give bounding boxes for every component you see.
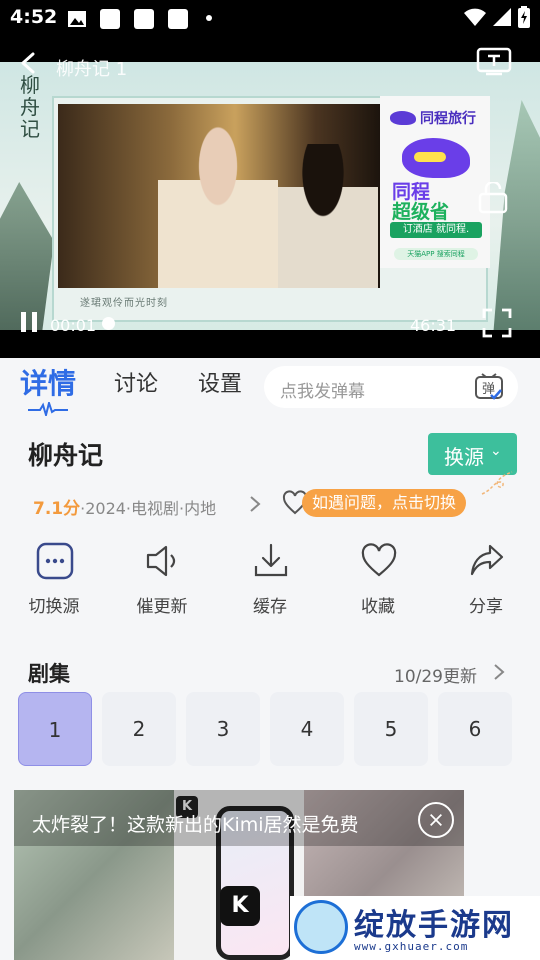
episode-item[interactable]: 2 <box>102 692 176 766</box>
favorite-action[interactable]: 收藏 <box>328 540 428 620</box>
active-tab-indicator <box>28 402 68 416</box>
action-bar: 切换源 催更新 缓存 收藏 分享 <box>0 540 540 620</box>
system-icons <box>464 6 530 28</box>
actress-figure <box>158 114 278 288</box>
kimi-logo: K <box>220 886 260 926</box>
ad-headline: 太炸裂了！这款新出的Kimi居然是免费 <box>32 814 359 836</box>
switch-source-label: 换源 <box>444 445 484 469</box>
decor-tree <box>493 100 540 330</box>
close-icon[interactable] <box>418 802 454 838</box>
action-label: 分享 <box>469 597 503 617</box>
octopus-logo-icon <box>294 900 348 954</box>
switch-tip-bubble[interactable]: 如遇问题，点击切换 <box>302 489 467 517</box>
seek-handle[interactable] <box>102 317 115 330</box>
show-score: 7.1分 <box>33 499 81 519</box>
show-title: 柳舟记 <box>28 441 104 470</box>
more-icon <box>36 542 74 580</box>
status-bar: 4:52 <box>0 0 540 36</box>
ad-tag: 订酒店 就同程. <box>390 222 482 238</box>
ad-logo-text: 同程旅行 <box>420 111 476 127</box>
action-label: 缓存 <box>253 597 287 617</box>
cache-action[interactable]: 缓存 <box>220 540 320 620</box>
signal-icon <box>493 8 511 26</box>
show-info: ·2024·电视剧·内地 <box>80 499 217 518</box>
detail-tabs: 详情 讨论 设置 点我发弹幕 弹 <box>0 358 540 424</box>
heart-icon <box>361 543 397 577</box>
action-label: 收藏 <box>361 597 395 617</box>
danmu-input[interactable]: 点我发弹幕 弹 <box>264 366 518 408</box>
actor-figure <box>278 144 378 288</box>
duration: 46:31 <box>410 316 457 335</box>
video-scene <box>58 104 380 288</box>
danmu-icon-text: 弹 <box>482 382 495 397</box>
episode-item[interactable]: 4 <box>270 692 344 766</box>
notification-icon <box>100 9 120 29</box>
tab-settings[interactable]: 设置 <box>198 366 242 398</box>
urge-update-action[interactable]: 催更新 <box>112 540 212 620</box>
ad-slogan: 同程 超级省 <box>392 182 449 222</box>
wifi-icon <box>464 8 486 26</box>
action-label: 催更新 <box>136 597 188 617</box>
ad-mascot <box>402 138 470 178</box>
danmu-toggle-icon[interactable]: 弹 <box>474 372 504 402</box>
chevron-right-icon[interactable] <box>248 494 262 514</box>
tip-pointer-icon <box>481 471 513 495</box>
chevron-right-icon[interactable] <box>492 662 506 682</box>
show-meta[interactable]: 7.1分·2024·电视剧·内地 <box>33 494 216 519</box>
download-icon <box>254 543 288 577</box>
episode-item[interactable]: 1 <box>18 692 92 766</box>
gallery-icon <box>68 11 86 27</box>
lock-screen-icon[interactable] <box>476 182 512 214</box>
video-player[interactable]: 4:52 柳舟记 遂珺观伶而光时刻 同程旅行 同程 超级省 订酒店 就同程. 天… <box>0 0 540 358</box>
episodes-update[interactable]: 10/29更新 <box>394 662 477 687</box>
site-watermark: 绽放手游网 www.gxhuaer.com <box>290 896 540 960</box>
ad-slogan-line1: 同程 <box>392 181 431 203</box>
battery-icon <box>518 6 530 28</box>
danmu-placeholder: 点我发弹幕 <box>280 382 365 402</box>
pause-icon[interactable] <box>18 310 40 334</box>
fish-icon <box>390 111 416 125</box>
episodes-header: 剧集 <box>28 662 70 686</box>
tab-details[interactable]: 详情 <box>20 362 76 402</box>
video-ad-panel[interactable]: 同程旅行 同程 超级省 订酒店 就同程. 天猫APP 搜索同程 <box>380 96 490 268</box>
ad-small-text: 天猫APP 搜索同程 <box>394 248 478 260</box>
decor-tree <box>0 182 54 330</box>
back-arrow-icon[interactable] <box>18 52 40 74</box>
action-label: 切换源 <box>28 597 80 617</box>
fullscreen-icon[interactable] <box>482 308 512 338</box>
ad-slogan-line2: 超级省 <box>392 201 450 223</box>
status-time: 4:52 <box>10 6 58 28</box>
tab-discussion[interactable]: 讨论 <box>114 366 158 398</box>
video-caption: 遂珺观伶而光时刻 <box>80 298 168 309</box>
more-notifications-icon <box>206 15 212 21</box>
episode-item[interactable]: 6 <box>438 692 512 766</box>
detail-content: 柳舟记 换源 ⌄ 7.1分·2024·电视剧·内地 如遇问题，点击切换 切换源 … <box>0 424 540 960</box>
share-icon <box>470 544 504 576</box>
drama-logo: 柳舟记 <box>20 73 40 141</box>
chevron-down-icon: ⌄ <box>490 443 502 459</box>
current-time: 00:01 <box>50 316 97 335</box>
switch-source-action[interactable]: 切换源 <box>4 540 104 620</box>
notification-icon <box>168 9 188 29</box>
video-title: 柳舟记 1 <box>56 59 128 80</box>
watermark-name: 绽放手游网 <box>354 908 514 943</box>
ad-logo: 同程旅行 <box>390 108 476 128</box>
screen: 4:52 柳舟记 遂珺观伶而光时刻 同程旅行 同程 超级省 订酒店 就同程. 天… <box>0 0 540 960</box>
share-action[interactable]: 分享 <box>436 540 536 620</box>
tv-cast-icon[interactable] <box>476 46 512 76</box>
episode-item[interactable]: 3 <box>186 692 260 766</box>
watermark-url: www.gxhuaer.com <box>354 940 469 953</box>
episode-item[interactable]: 5 <box>354 692 428 766</box>
speaker-icon <box>146 545 176 577</box>
notification-icon <box>134 9 154 29</box>
